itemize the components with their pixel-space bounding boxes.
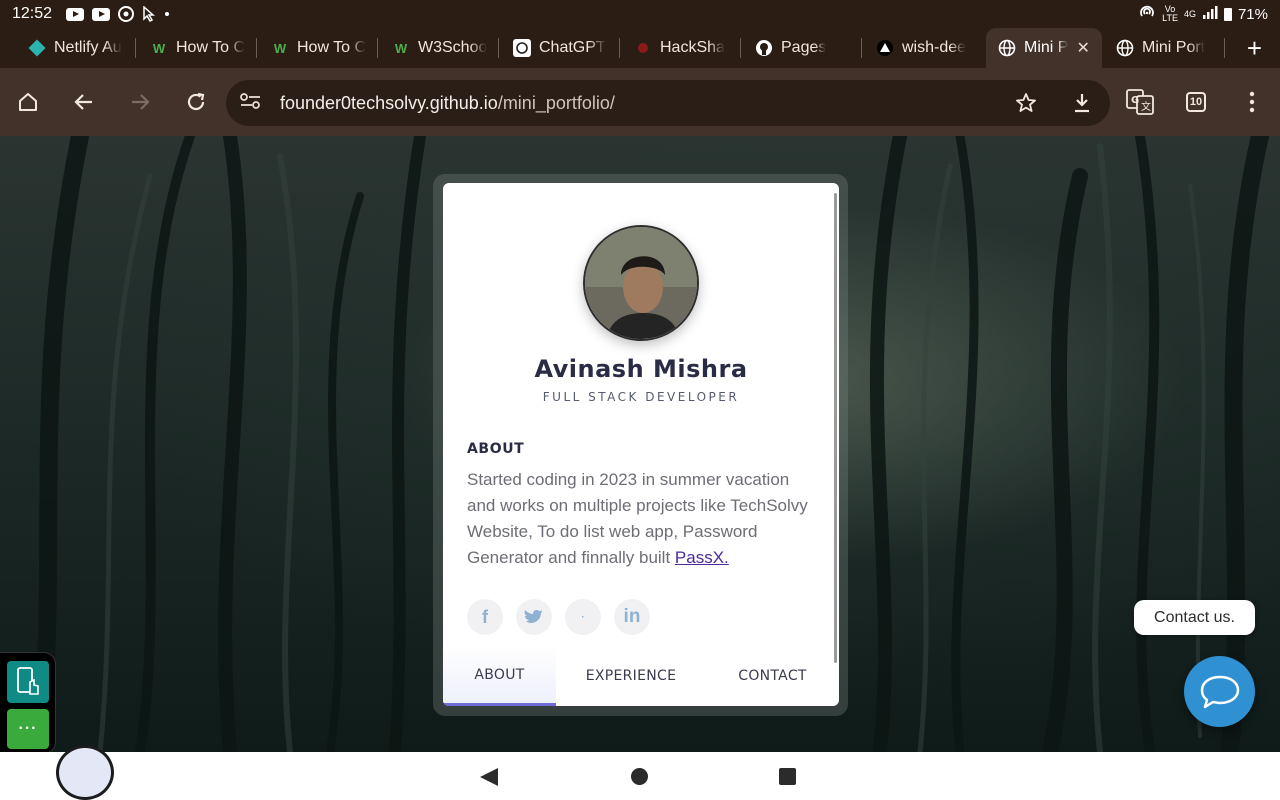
youtube-notification-icon xyxy=(66,7,85,21)
triangle-icon xyxy=(876,39,894,57)
home-button[interactable] xyxy=(0,74,56,130)
hotspot-icon xyxy=(1138,4,1156,24)
status-indicators: Vo LTE 4G 71% xyxy=(1138,4,1268,24)
screen-touch-app-button[interactable] xyxy=(7,661,49,703)
tab-hackshala[interactable]: HackSha xyxy=(620,28,740,68)
star-icon xyxy=(1016,93,1036,112)
close-tab-icon[interactable]: ✕ xyxy=(1076,38,1089,58)
tab-netlify[interactable]: Netlify Au xyxy=(0,28,135,68)
battery-icon xyxy=(1223,7,1232,21)
tab-contact[interactable]: CONTACT xyxy=(706,646,839,706)
tab-experience[interactable]: EXPERIENCE xyxy=(556,646,706,706)
kebab-menu-icon xyxy=(1249,91,1255,113)
translate-button[interactable]: G文 xyxy=(1112,74,1168,130)
phone-touch-icon xyxy=(17,667,39,695)
back-arrow-icon xyxy=(74,94,92,110)
address-bar[interactable]: founder0techsolvy.github.io/mini_portfol… xyxy=(226,80,1110,126)
tab-mini-portfolio[interactable]: Mini Port xyxy=(1102,28,1224,68)
svg-text:文: 文 xyxy=(1141,100,1151,113)
volte-indicator: Vo LTE xyxy=(1162,4,1178,23)
chat-button[interactable] xyxy=(1184,656,1255,727)
linkedin-icon[interactable]: in xyxy=(614,599,650,635)
signal-icon xyxy=(1202,5,1218,23)
w3-icon: W xyxy=(152,40,166,56)
globe-icon xyxy=(998,39,1016,57)
status-bar: 12:52 Vo LTE 4G 71% xyxy=(0,0,1280,28)
floating-side-dock: ··· xyxy=(0,652,56,752)
reload-icon xyxy=(187,92,205,111)
tab-switcher-button[interactable]: 10 xyxy=(1168,74,1224,130)
battery-percent: 71% xyxy=(1237,5,1268,23)
twitter-icon[interactable] xyxy=(516,599,552,635)
more-notifications-dot-icon xyxy=(164,11,170,17)
new-tab-button[interactable]: + xyxy=(1247,33,1262,64)
back-button[interactable] xyxy=(56,74,112,130)
profile-name: Avinash Mishra xyxy=(534,355,748,383)
reload-button[interactable] xyxy=(168,74,224,130)
nav-home-icon[interactable] xyxy=(631,768,648,785)
clock: 12:52 xyxy=(12,5,53,22)
passx-link[interactable]: PassX. xyxy=(675,548,729,567)
more-apps-button[interactable]: ··· xyxy=(7,709,49,749)
chat-bubble-icon xyxy=(1200,675,1239,708)
network-type: 4G xyxy=(1183,8,1196,19)
contact-us-bubble[interactable]: Contact us. xyxy=(1134,600,1255,635)
forward-button[interactable] xyxy=(112,74,168,130)
dot-icon[interactable]: · xyxy=(565,599,601,635)
web-page: Avinash Mishra FULL STACK DEVELOPER ABOU… xyxy=(0,136,1280,752)
tab-wish-deep[interactable]: wish-dee xyxy=(862,28,982,68)
profile-role: FULL STACK DEVELOPER xyxy=(542,390,740,404)
w3-icon: W xyxy=(273,40,287,56)
nav-recents-icon[interactable] xyxy=(779,768,796,785)
globe-icon xyxy=(1116,39,1134,57)
tab-w3schools[interactable]: W W3Schoo xyxy=(378,28,498,68)
about-heading: ABOUT xyxy=(467,441,525,457)
tab-chatgpt[interactable]: ChatGPT xyxy=(499,28,619,68)
download-icon xyxy=(1075,94,1089,113)
card-tab-bar: ABOUT EXPERIENCE CONTACT xyxy=(443,646,839,706)
github-icon xyxy=(755,39,773,57)
tab-how-to-1[interactable]: W How To C xyxy=(136,28,256,68)
cursor-notification-icon xyxy=(142,6,156,22)
browser-toolbar: founder0techsolvy.github.io/mini_portfol… xyxy=(0,68,1280,136)
bookmark-button[interactable] xyxy=(998,75,1054,131)
netlify-icon xyxy=(28,39,46,57)
tab-github-pages[interactable]: Pages xyxy=(741,28,861,68)
assistive-touch-ball[interactable] xyxy=(56,745,114,800)
about-text: Started coding in 2023 in summer vacatio… xyxy=(467,470,808,567)
tab-about[interactable]: ABOUT xyxy=(443,646,556,706)
hackshala-icon xyxy=(634,39,652,57)
tab-separator xyxy=(1224,38,1225,58)
tab-strip: Netlify Au W How To C W How To C W W3Sch… xyxy=(0,28,1280,68)
site-settings-icon[interactable] xyxy=(238,90,264,117)
menu-button[interactable] xyxy=(1224,74,1280,130)
tab-mini-portfolio-active[interactable]: Mini P ✕ xyxy=(986,28,1102,68)
social-links: f · in xyxy=(467,599,650,635)
translate-icon: G文 xyxy=(1126,89,1154,115)
forward-arrow-icon xyxy=(132,94,150,110)
nav-back-icon[interactable] xyxy=(480,768,498,786)
url-text[interactable]: founder0techsolvy.github.io/mini_portfol… xyxy=(280,93,615,114)
profile-avatar xyxy=(583,225,699,341)
download-button[interactable] xyxy=(1054,75,1110,131)
profile-card: Avinash Mishra FULL STACK DEVELOPER ABOU… xyxy=(443,183,839,706)
home-icon xyxy=(19,93,37,111)
svg-text:G: G xyxy=(1131,95,1139,106)
chrome-notification-icon xyxy=(118,6,135,22)
android-nav-bar xyxy=(0,752,1280,800)
facebook-icon[interactable]: f xyxy=(467,599,503,635)
youtube-notification-icon xyxy=(92,7,111,21)
chatgpt-icon xyxy=(513,39,531,57)
tab-how-to-2[interactable]: W How To C xyxy=(257,28,377,68)
tab-count: 10 xyxy=(1186,92,1206,112)
w3-icon: W xyxy=(394,40,408,56)
card-scrollbar[interactable] xyxy=(834,193,837,663)
